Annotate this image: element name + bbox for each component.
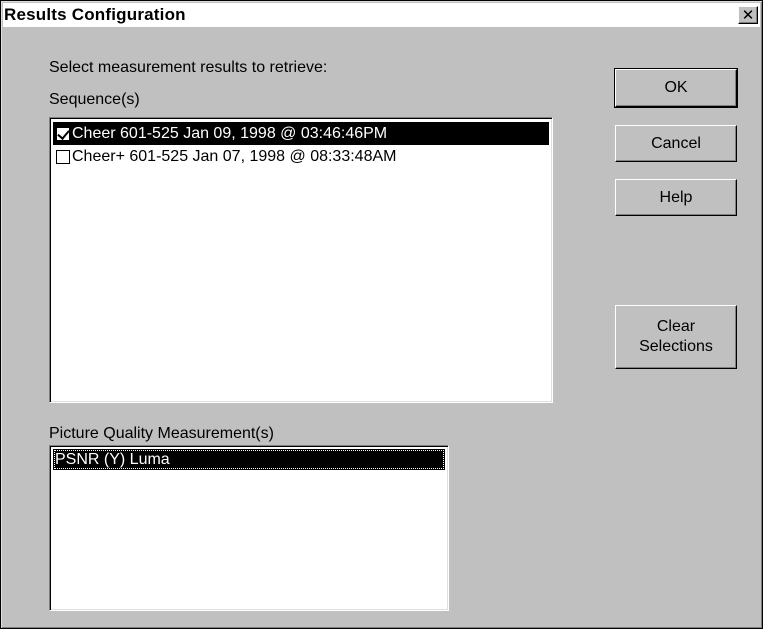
results-configuration-dialog: Results Configuration ✕ Select measureme… bbox=[0, 0, 763, 629]
dialog-title: Results Configuration bbox=[4, 5, 186, 24]
help-button[interactable]: Help bbox=[615, 179, 737, 216]
measurements-listbox[interactable]: PSNR (Y) Luma bbox=[49, 445, 449, 611]
measurement-item-label: PSNR (Y) Luma bbox=[55, 450, 170, 468]
sequence-item-label: Cheer+ 601-525 Jan 07, 1998 @ 08:33:48AM bbox=[72, 147, 397, 165]
title-bar: Results Configuration ✕ bbox=[3, 3, 760, 27]
close-icon: ✕ bbox=[741, 6, 755, 24]
measurement-item[interactable]: PSNR (Y) Luma bbox=[53, 449, 445, 470]
checkbox-unchecked-icon[interactable] bbox=[56, 149, 70, 164]
sequences-label: Sequence(s) bbox=[49, 91, 140, 108]
close-button[interactable]: ✕ bbox=[738, 6, 758, 24]
sequence-item-label: Cheer 601-525 Jan 09, 1998 @ 03:46:46PM bbox=[72, 124, 388, 142]
cancel-button[interactable]: Cancel bbox=[615, 125, 737, 162]
help-button-label: Help bbox=[659, 188, 693, 206]
select-prompt-label: Select measurement results to retrieve: bbox=[49, 59, 328, 76]
clear-selections-button[interactable]: Clear Selections bbox=[615, 305, 737, 369]
checkbox-checked-icon[interactable] bbox=[56, 126, 70, 141]
cancel-button-label: Cancel bbox=[651, 134, 701, 152]
ok-button[interactable]: OK bbox=[614, 68, 738, 108]
ok-button-label: OK bbox=[664, 79, 688, 96]
clear-selections-label-line1: Clear bbox=[656, 318, 696, 335]
sequences-listbox[interactable]: Cheer 601-525 Jan 09, 1998 @ 03:46:46PM … bbox=[49, 117, 553, 403]
sequence-item-2[interactable]: Cheer+ 601-525 Jan 07, 1998 @ 08:33:48AM bbox=[53, 145, 549, 168]
sequence-item-1[interactable]: Cheer 601-525 Jan 09, 1998 @ 03:46:46PM bbox=[53, 122, 549, 145]
clear-selections-label-line2: Selections bbox=[639, 338, 713, 355]
picture-quality-label: Picture Quality Measurement(s) bbox=[49, 425, 274, 442]
